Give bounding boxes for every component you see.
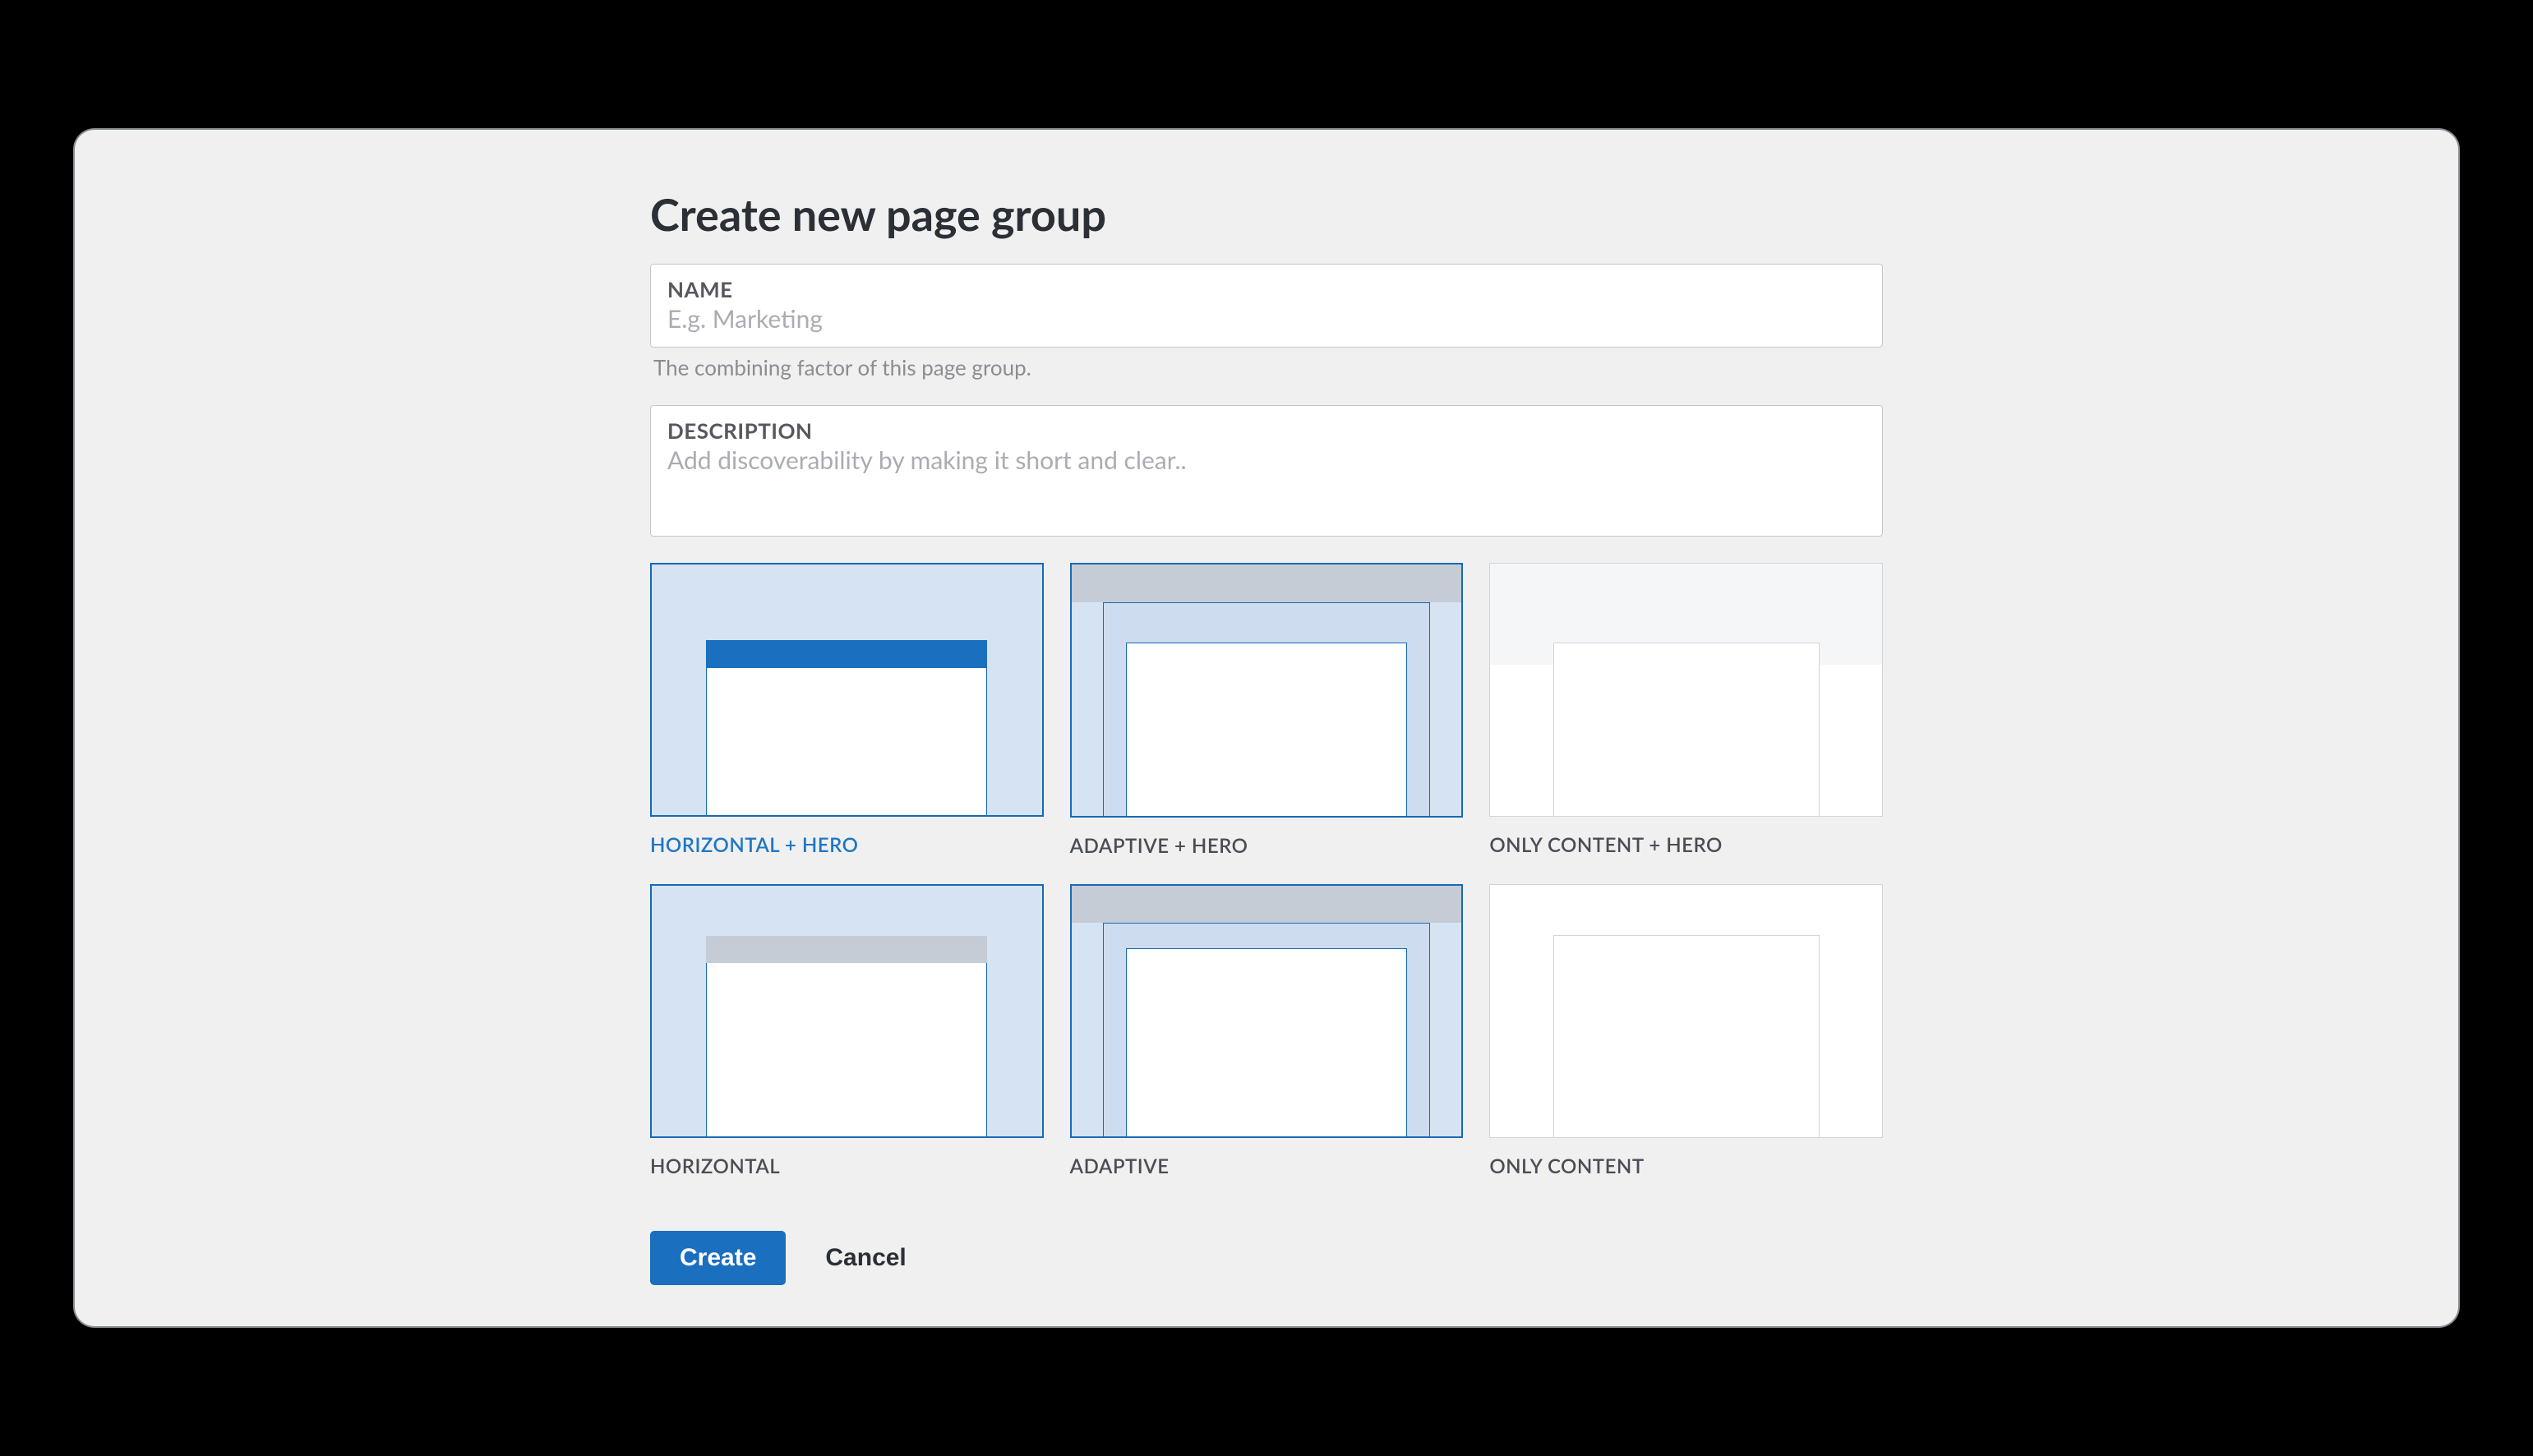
thumb-only-content-hero [1489, 563, 1883, 817]
layout-label-horizontal-hero: HORIZONTAL + HERO [650, 833, 1044, 857]
layout-option-adaptive-hero[interactable]: ADAPTIVE + HERO [1070, 563, 1464, 857]
layout-label-only-content-hero: ONLY CONTENT + HERO [1489, 833, 1883, 857]
layout-option-horizontal-hero[interactable]: HORIZONTAL + HERO [650, 563, 1044, 857]
name-helper-text: The combining factor of this page group. [653, 354, 1883, 380]
layout-label-adaptive-hero: ADAPTIVE + HERO [1070, 834, 1464, 858]
thumb-only-content [1489, 884, 1883, 1138]
cancel-button[interactable]: Cancel [809, 1231, 922, 1285]
thumb-horizontal [650, 884, 1044, 1138]
dialog-window: Create new page group NAME The combining… [75, 130, 2458, 1325]
layout-option-adaptive[interactable]: ADAPTIVE [1070, 884, 1464, 1178]
description-label: DESCRIPTION [667, 417, 1866, 444]
name-input[interactable] [667, 304, 1866, 334]
thumb-horizontal-hero [650, 563, 1044, 817]
layout-option-only-content[interactable]: ONLY CONTENT [1489, 884, 1883, 1178]
name-field-container: NAME [650, 264, 1883, 348]
name-label: NAME [667, 276, 1866, 302]
layout-option-horizontal[interactable]: HORIZONTAL [650, 884, 1044, 1178]
layout-label-horizontal: HORIZONTAL [650, 1154, 1044, 1178]
page-title: Create new page group [650, 187, 1883, 241]
layout-label-only-content: ONLY CONTENT [1489, 1154, 1883, 1178]
layout-option-only-content-hero[interactable]: ONLY CONTENT + HERO [1489, 563, 1883, 857]
thumb-adaptive [1070, 884, 1464, 1138]
create-button[interactable]: Create [650, 1231, 786, 1285]
description-input[interactable] [667, 445, 1866, 519]
dialog-content: Create new page group NAME The combining… [650, 187, 1883, 1284]
layout-options-grid: HORIZONTAL + HERO ADAPTIVE + HERO ONLY C… [650, 563, 1883, 1177]
layout-label-adaptive: ADAPTIVE [1070, 1154, 1464, 1178]
dialog-actions: Create Cancel [650, 1231, 1883, 1285]
thumb-adaptive-hero [1070, 563, 1464, 817]
description-field-container: DESCRIPTION [650, 405, 1883, 537]
